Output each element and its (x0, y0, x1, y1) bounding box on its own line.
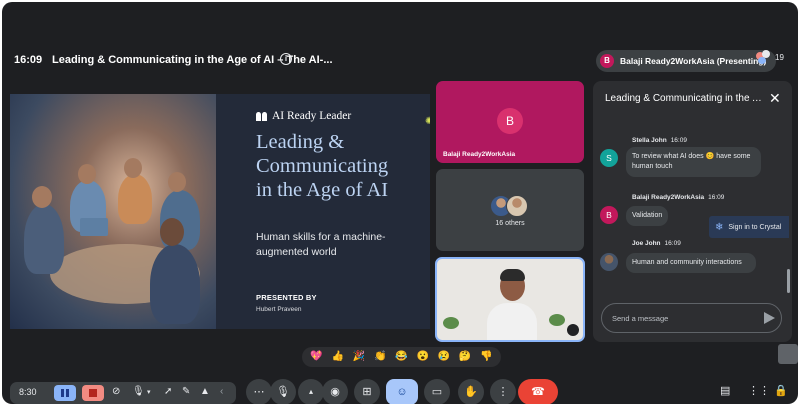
mic-options-button[interactable]: ▴ (298, 379, 324, 404)
slide-subtitle: Human skills for a machine- augmented wo… (256, 231, 386, 258)
participant-name: Balaji Ready2WorkAsia (443, 151, 516, 158)
slide-presenter-name: Hubert Praveen (256, 306, 302, 313)
reaction-thinking[interactable]: 🤔 (459, 351, 471, 363)
plant-decor (443, 317, 459, 329)
crystal-label: Sign in to Crystal (728, 223, 782, 231)
slide-headline: Leading & Communicating in the Age of AI (256, 131, 389, 201)
slide-illustration (10, 94, 216, 329)
camera-button[interactable]: ◉ (322, 379, 348, 404)
participants-button[interactable]: 19 (756, 50, 784, 64)
info-icon[interactable]: i (280, 53, 292, 65)
close-icon[interactable]: ✕ (769, 90, 781, 107)
crystal-sign-in-button[interactable]: ❄ Sign in to Crystal (709, 216, 790, 238)
plant-decor (549, 314, 565, 326)
participant-tile-balaji[interactable]: B Balaji Ready2WorkAsia (436, 81, 584, 163)
chat-title: Leading & Communicating in the Age of AI (605, 93, 763, 104)
more-options-left-button[interactable]: ⋯ (246, 379, 272, 404)
participant-tile-others[interactable]: 16 others (436, 169, 584, 251)
chat-scrollbar[interactable] (787, 269, 790, 293)
raise-hand-button[interactable]: ✋ (458, 379, 484, 404)
meet-window: 16:09 Leading & Communicating in the Age… (2, 2, 798, 404)
more-options-button[interactable]: ⋮ (490, 379, 516, 404)
camera-off-icon[interactable]: ⊘ (112, 386, 120, 397)
brand-logo-icon (256, 111, 267, 121)
pointer-icon[interactable]: ➚ (164, 386, 172, 397)
reaction-surprised[interactable]: 😮 (416, 351, 428, 363)
people-icon (756, 50, 772, 64)
chat-message: Validation (626, 206, 669, 226)
shared-slide: AI Ready Leader ✺ Leading & Communicatin… (10, 94, 430, 329)
chat-input[interactable] (612, 311, 752, 325)
reactions-button[interactable]: ☺ (386, 379, 418, 404)
reaction-bar: 💖 👍 🎉 👏 😂 😮 😢 🤔 👎 (302, 347, 501, 367)
avatar: B (600, 206, 618, 224)
collapse-icon[interactable]: ‹ (220, 386, 223, 397)
pip-icon[interactable] (567, 324, 579, 336)
corner-panel-button[interactable] (778, 344, 798, 364)
send-icon[interactable] (764, 312, 775, 324)
crystal-icon: ❄ (715, 221, 724, 233)
highlighter-icon[interactable]: ▲ (200, 386, 210, 397)
presenter-avatar: B (600, 54, 614, 68)
slide-text-panel: AI Ready Leader ✺ Leading & Communicatin… (216, 94, 430, 329)
chevron-down-icon[interactable]: ▾ (147, 388, 151, 396)
present-button[interactable]: ⊞ (354, 379, 380, 404)
clock: 16:09 (14, 54, 43, 66)
chat-panel: Leading & Communicating in the Age of AI… (593, 81, 792, 342)
avatar: S (600, 149, 618, 167)
pen-icon[interactable]: ✎ (182, 386, 190, 397)
brand-name: AI Ready Leader (272, 110, 352, 122)
others-avatars (490, 195, 530, 217)
microphone-icon[interactable]: 🎙 (132, 386, 145, 397)
activities-icon[interactable]: ⋮⋮ (748, 384, 770, 397)
reaction-sad[interactable]: 😢 (438, 351, 450, 363)
pause-button[interactable] (54, 385, 76, 401)
stop-button[interactable] (82, 385, 104, 401)
reaction-thumbs-up[interactable]: 👍 (332, 351, 344, 363)
chat-message: Human and community interactions (626, 253, 756, 273)
end-call-button[interactable]: ☎ (518, 379, 558, 404)
reaction-party[interactable]: 🎉 (353, 351, 365, 363)
captions-button[interactable]: ▭ (424, 379, 450, 404)
reaction-laugh[interactable]: 😂 (395, 351, 407, 363)
message-meta: Stella John 16:09 (632, 137, 687, 144)
message-meta: Balaji Ready2WorkAsia 16:09 (632, 194, 725, 201)
screenshot-frame: 16:09 Leading & Communicating in the Age… (0, 0, 800, 404)
presenter-indicator[interactable]: B Balaji Ready2WorkAsia (Presenting) (596, 50, 777, 72)
chat-message: To review what AI does 😊 have some human… (626, 147, 761, 177)
reaction-thumbs-down[interactable]: 👎 (480, 351, 492, 363)
recording-time: 8:30 (19, 387, 37, 397)
presented-by-label: PRESENTED BY (256, 293, 317, 302)
avatar (600, 253, 618, 271)
slide-brand: AI Ready Leader (256, 110, 351, 122)
reaction-heart[interactable]: 💖 (310, 351, 322, 363)
sparkle-icon: ✺ (425, 116, 430, 127)
message-meta: Joe John 16:09 (632, 240, 681, 247)
participant-count: 19 (775, 52, 784, 62)
self-camera-tile[interactable] (435, 257, 585, 342)
chat-icon[interactable]: ▤ (720, 384, 730, 397)
camera-person (487, 269, 537, 340)
chat-input-box[interactable] (601, 303, 782, 333)
reaction-clap[interactable]: 👏 (374, 351, 386, 363)
microphone-button[interactable]: 🎙 (270, 379, 296, 404)
host-controls-icon[interactable]: 🔒 (774, 384, 788, 397)
others-label: 16 others (495, 220, 525, 227)
recording-toolbar: 8:30 ⊘ 🎙 ▾ ➚ ✎ ▲ ‹ (10, 382, 236, 404)
presenter-label: Balaji Ready2WorkAsia (Presenting) (620, 56, 767, 66)
participant-avatar: B (497, 108, 523, 134)
